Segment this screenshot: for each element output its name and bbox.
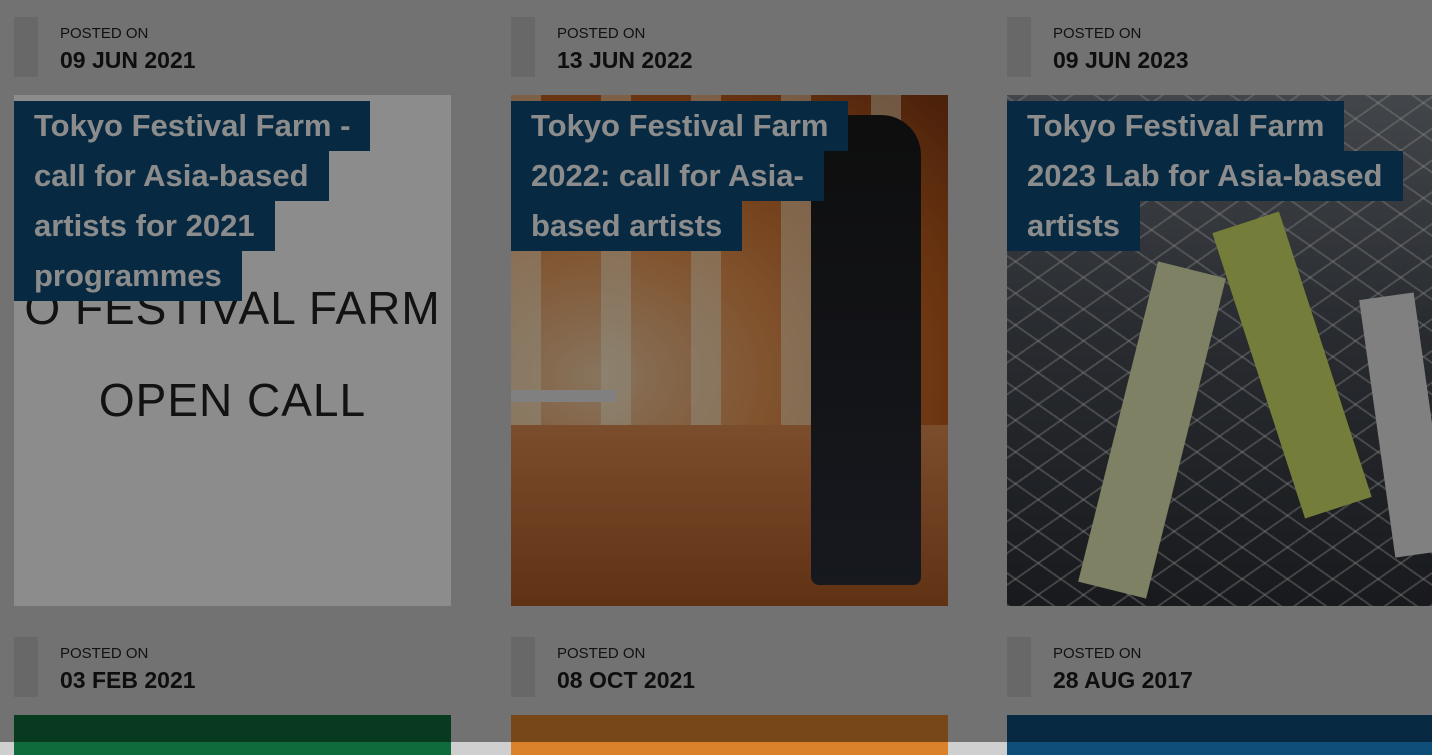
posted-on-label: POSTED ON (1053, 25, 1142, 42)
post-card[interactable]: POSTED ON 28 AUG 2017 (1007, 637, 1432, 755)
date-accent-bar (511, 17, 535, 77)
post-title-line[interactable]: 2022: call for Asia- (511, 151, 824, 201)
date-accent-bar (1007, 637, 1031, 697)
post-title[interactable]: Tokyo Festival Farm - call for Asia-base… (14, 101, 371, 301)
post-title-line[interactable]: Tokyo Festival Farm - (14, 101, 371, 151)
date-accent-bar (511, 637, 535, 697)
posted-on-block: POSTED ON 13 JUN 2022 (511, 17, 948, 77)
date-accent-bar (1007, 17, 1031, 77)
post-date: 08 OCT 2021 (557, 667, 696, 693)
posted-on-block: POSTED ON 09 JUN 2021 (14, 17, 451, 77)
date-accent-bar (14, 637, 38, 697)
posted-on-label: POSTED ON (60, 645, 149, 662)
post-date: 09 JUN 2021 (60, 47, 196, 73)
stage-table (511, 390, 616, 402)
post-card[interactable]: POSTED ON 09 JUN 2021 O FESTIVAL FARM OP… (14, 17, 451, 617)
posted-on-block: POSTED ON 03 FEB 2021 (14, 637, 451, 697)
post-card[interactable]: POSTED ON 03 FEB 2021 (14, 637, 451, 755)
post-title-line[interactable]: programmes (14, 251, 242, 301)
post-title[interactable]: Tokyo Festival Farm 2022: call for Asia-… (511, 101, 849, 251)
posted-on-label: POSTED ON (557, 645, 646, 662)
post-date: 28 AUG 2017 (1053, 667, 1193, 693)
post-title-line[interactable]: call for Asia-based (14, 151, 329, 201)
thumbnail-text-line: OPEN CALL (98, 374, 367, 426)
post-card[interactable]: POSTED ON 09 JUN 2023 Tokyo Festival Far… (1007, 17, 1432, 617)
posted-on-block: POSTED ON 09 JUN 2023 (1007, 17, 1432, 77)
date-accent-bar (14, 17, 38, 77)
post-thumbnail[interactable] (14, 715, 451, 755)
posted-on-block: POSTED ON 08 OCT 2021 (511, 637, 948, 697)
post-thumbnail[interactable] (1007, 715, 1432, 755)
post-card[interactable]: POSTED ON 08 OCT 2021 (511, 637, 948, 755)
post-thumbnail[interactable] (511, 715, 948, 755)
post-thumbnail[interactable]: Tokyo Festival Farm 2022: call for Asia-… (511, 95, 948, 606)
post-title-line[interactable]: artists (1007, 201, 1141, 251)
posted-on-label: POSTED ON (1053, 645, 1142, 662)
post-title[interactable]: Tokyo Festival Farm 2023 Lab for Asia-ba… (1007, 101, 1403, 251)
post-date: 03 FEB 2021 (60, 667, 196, 693)
posted-on-block: POSTED ON 28 AUG 2017 (1007, 637, 1432, 697)
post-title-line[interactable]: based artists (511, 201, 743, 251)
post-date: 13 JUN 2022 (557, 47, 693, 73)
posted-on-label: POSTED ON (557, 25, 646, 42)
post-title-line[interactable]: Tokyo Festival Farm (511, 101, 849, 151)
post-card[interactable]: POSTED ON 13 JUN 2022 Tokyo Festival Far… (511, 17, 948, 617)
post-title-line[interactable]: artists for 2021 (14, 201, 275, 251)
post-thumbnail[interactable]: O FESTIVAL FARM OPEN CALL Tokyo Festival… (14, 95, 451, 606)
posted-on-label: POSTED ON (60, 25, 149, 42)
post-title-line[interactable]: 2023 Lab for Asia-based (1007, 151, 1403, 201)
post-thumbnail[interactable]: Tokyo Festival Farm 2023 Lab for Asia-ba… (1007, 95, 1432, 606)
post-date: 09 JUN 2023 (1053, 47, 1189, 73)
post-title-line[interactable]: Tokyo Festival Farm (1007, 101, 1345, 151)
